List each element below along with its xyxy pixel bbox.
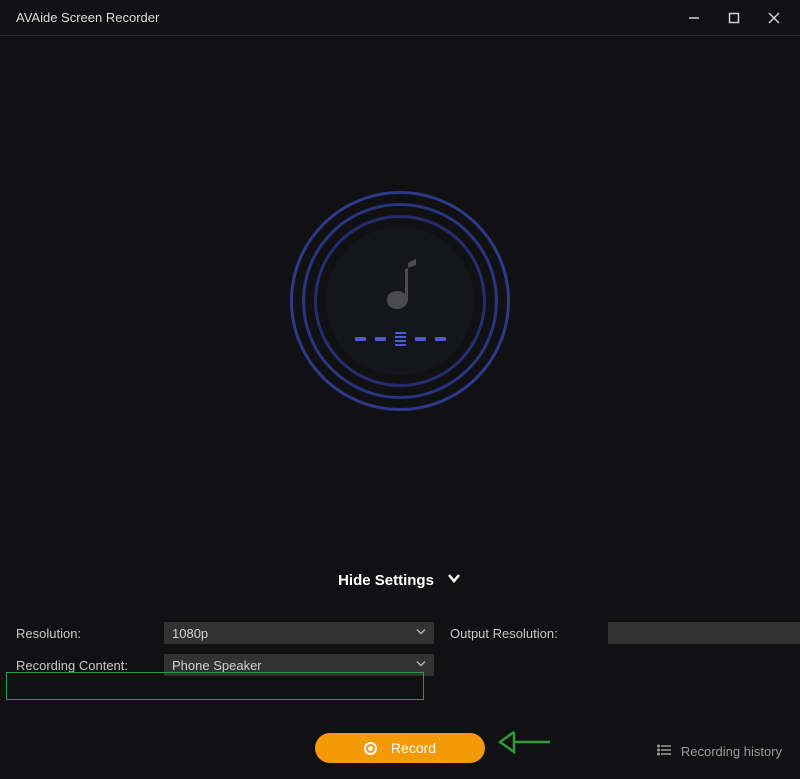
settings-panel: Resolution: 1080p Output Resolution: Rec… (0, 590, 800, 676)
resolution-select[interactable]: 1080p (164, 622, 434, 644)
titlebar: AVAide Screen Recorder (0, 0, 800, 36)
record-button[interactable]: Record (315, 733, 485, 763)
recording-content-select[interactable]: Phone Speaker (164, 654, 434, 676)
recording-history-label: Recording history (681, 744, 782, 759)
equalizer-icon (355, 332, 446, 346)
annotation-arrow (496, 726, 552, 763)
output-resolution-select[interactable] (608, 622, 800, 644)
close-button[interactable] (754, 3, 794, 33)
resolution-value: 1080p (172, 626, 208, 641)
annotation-highlight (6, 672, 424, 700)
record-label: Record (391, 740, 436, 756)
chevron-down-icon (446, 570, 462, 590)
chevron-down-icon (414, 657, 428, 674)
main-preview (0, 36, 800, 566)
output-resolution-label: Output Resolution: (446, 626, 596, 641)
toggle-settings-label: Hide Settings (338, 572, 434, 589)
maximize-button[interactable] (714, 3, 754, 33)
recording-content-value: Phone Speaker (172, 658, 262, 673)
recording-history-button[interactable]: Recording history (657, 742, 782, 761)
music-note-icon (378, 257, 422, 322)
record-icon (364, 742, 377, 755)
audio-visualizer (290, 191, 510, 411)
resolution-label: Resolution: (12, 626, 152, 641)
app-title: AVAide Screen Recorder (16, 10, 674, 25)
recording-content-label: Recording Content: (12, 658, 152, 673)
list-icon (657, 742, 673, 761)
minimize-button[interactable] (674, 3, 714, 33)
chevron-down-icon (414, 625, 428, 642)
toggle-settings-button[interactable]: Hide Settings (0, 570, 800, 590)
